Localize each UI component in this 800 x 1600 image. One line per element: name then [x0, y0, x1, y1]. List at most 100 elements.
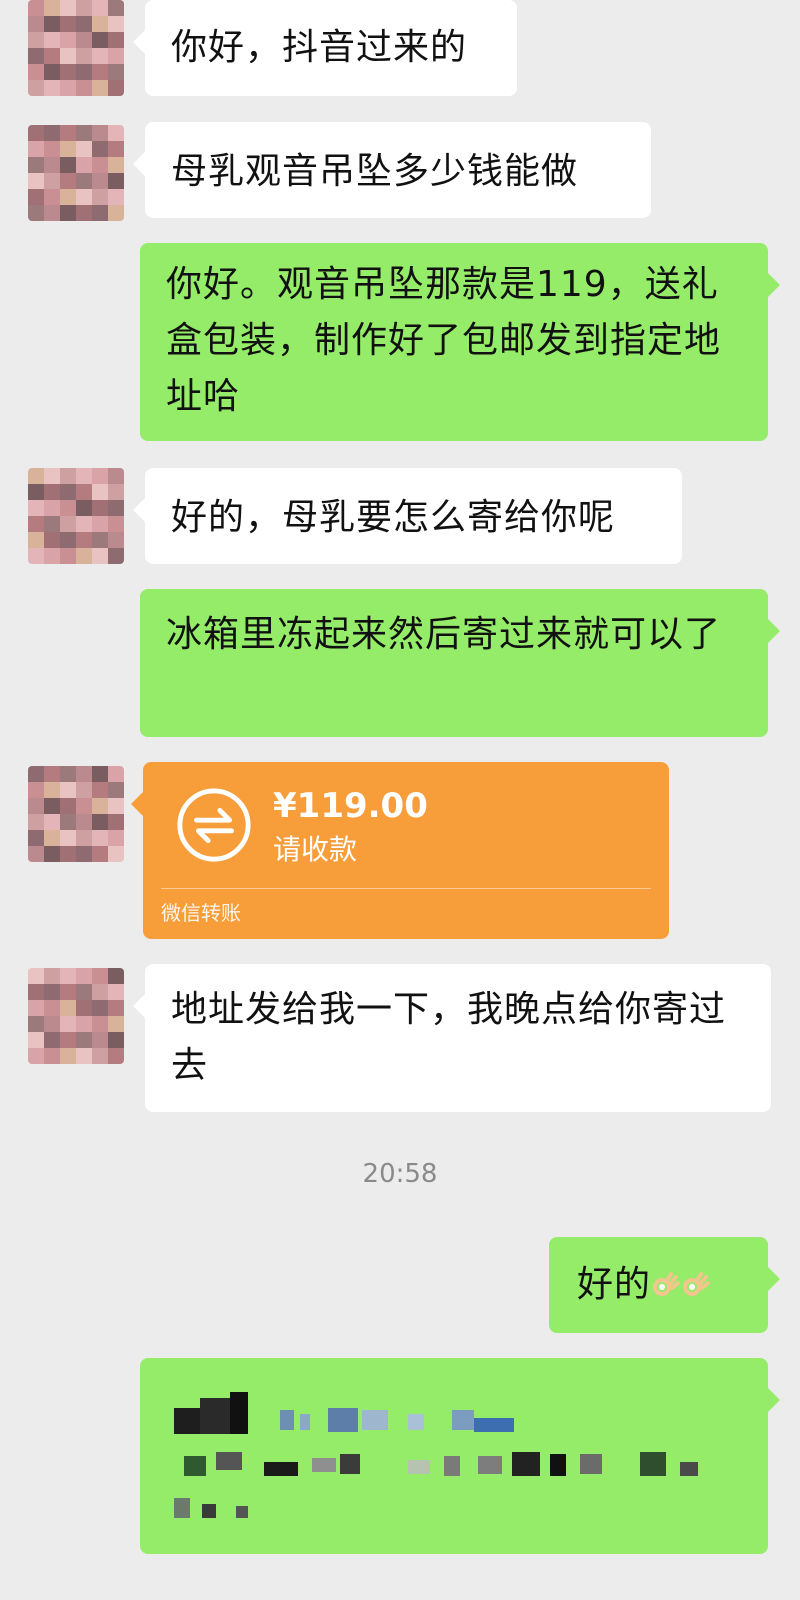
divider — [161, 888, 651, 889]
avatar-pixel — [60, 766, 76, 782]
avatar-pixel — [44, 1048, 60, 1064]
avatar-pixel — [60, 484, 76, 500]
avatar-pixel — [76, 548, 92, 564]
avatar-pixel — [92, 782, 108, 798]
avatar-pixel — [76, 846, 92, 862]
avatar-pixel — [92, 766, 108, 782]
avatar-pixel — [44, 157, 60, 173]
message-bubble-incoming[interactable]: 你好，抖音过来的 — [133, 0, 517, 96]
avatar-pixel — [60, 1000, 76, 1016]
avatar-pixel — [44, 968, 60, 984]
avatar-pixel — [108, 814, 124, 830]
avatar-pixel — [92, 468, 108, 484]
avatar-pixel — [28, 0, 44, 16]
avatar-pixel — [44, 1016, 60, 1032]
avatar-pixel — [28, 16, 44, 32]
avatar-pixel — [108, 1000, 124, 1016]
avatar-pixel — [108, 157, 124, 173]
contact-avatar[interactable] — [28, 468, 124, 564]
avatar-pixel — [76, 798, 92, 814]
avatar-pixel — [60, 782, 76, 798]
avatar-pixel — [44, 516, 60, 532]
contact-avatar[interactable] — [28, 125, 124, 221]
avatar-pixel — [60, 1016, 76, 1032]
avatar-pixel — [76, 1016, 92, 1032]
avatar-pixel — [108, 16, 124, 32]
avatar-pixel — [60, 846, 76, 862]
avatar-pixel — [76, 484, 92, 500]
avatar-pixel — [44, 814, 60, 830]
avatar-pixel — [76, 173, 92, 189]
ok-hand-emoji-icon — [653, 1272, 681, 1296]
avatar-pixel — [108, 516, 124, 532]
avatar-pixel — [108, 141, 124, 157]
avatar-pixel — [92, 968, 108, 984]
avatar-pixel — [60, 1032, 76, 1048]
avatar-pixel — [92, 984, 108, 1000]
avatar-pixel — [60, 968, 76, 984]
avatar-pixel — [76, 468, 92, 484]
message-text: 母乳观音吊坠多少钱能做 — [171, 151, 579, 192]
avatar-pixel — [44, 16, 60, 32]
avatar-pixel — [60, 1048, 76, 1064]
avatar-pixel — [92, 32, 108, 48]
avatar-pixel — [92, 500, 108, 516]
avatar-pixel — [28, 766, 44, 782]
avatar-pixel — [28, 48, 44, 64]
avatar-pixel — [108, 125, 124, 141]
avatar-pixel — [108, 205, 124, 221]
avatar-pixel — [108, 500, 124, 516]
avatar-pixel — [76, 500, 92, 516]
avatar-pixel — [92, 548, 108, 564]
avatar-pixel — [108, 80, 124, 96]
avatar-pixel — [108, 32, 124, 48]
wechat-transfer-card[interactable]: ¥119.00 请收款 微信转账 — [131, 762, 669, 939]
contact-avatar[interactable] — [28, 968, 124, 1064]
avatar-pixel — [28, 1000, 44, 1016]
avatar-pixel — [76, 516, 92, 532]
contact-avatar[interactable] — [28, 766, 124, 862]
avatar-pixel — [28, 830, 44, 846]
ok-hand-emoji-icon — [683, 1272, 711, 1296]
avatar-pixel — [28, 141, 44, 157]
message-text: 你好。观音吊坠那款是119，送礼盒包装，制作好了包邮发到指定地址哈 — [166, 264, 722, 417]
avatar-pixel — [92, 1016, 108, 1032]
contact-avatar[interactable] — [28, 0, 124, 96]
avatar-pixel — [44, 125, 60, 141]
avatar-pixel — [60, 16, 76, 32]
avatar-pixel — [28, 1016, 44, 1032]
avatar-pixel — [92, 1000, 108, 1016]
avatar-pixel — [60, 173, 76, 189]
message-bubble-incoming[interactable]: 好的，母乳要怎么寄给你呢 — [133, 468, 682, 564]
avatar-pixel — [44, 48, 60, 64]
avatar-pixel — [60, 516, 76, 532]
avatar-pixel — [60, 125, 76, 141]
message-text: 好的 — [577, 1264, 652, 1305]
message-bubble-incoming[interactable]: 地址发给我一下，我晚点给你寄过去 — [133, 964, 771, 1112]
avatar-pixel — [60, 500, 76, 516]
avatar-pixel — [108, 48, 124, 64]
avatar-pixel — [28, 1032, 44, 1048]
avatar-pixel — [44, 141, 60, 157]
avatar-pixel — [92, 798, 108, 814]
message-bubble-outgoing[interactable]: 好的 — [549, 1237, 780, 1333]
avatar-pixel — [108, 830, 124, 846]
avatar-pixel — [92, 846, 108, 862]
message-bubble-outgoing[interactable]: 冰箱里冻起来然后寄过来就可以了 — [140, 589, 780, 737]
avatar-pixel — [44, 484, 60, 500]
avatar-pixel — [28, 80, 44, 96]
avatar-pixel — [108, 0, 124, 16]
message-bubble-incoming[interactable]: 母乳观音吊坠多少钱能做 — [133, 122, 651, 218]
avatar-pixel — [60, 80, 76, 96]
avatar-pixel — [92, 205, 108, 221]
avatar-pixel — [76, 984, 92, 1000]
avatar-pixel — [60, 814, 76, 830]
message-text: 好的，母乳要怎么寄给你呢 — [171, 497, 616, 538]
avatar-pixel — [76, 64, 92, 80]
redacted-address-bubble[interactable] — [140, 1358, 780, 1554]
avatar-pixel — [76, 782, 92, 798]
avatar-pixel — [108, 1016, 124, 1032]
message-bubble-outgoing[interactable]: 你好。观音吊坠那款是119，送礼盒包装，制作好了包邮发到指定地址哈 — [140, 243, 780, 441]
avatar-pixel — [44, 173, 60, 189]
avatar-pixel — [108, 484, 124, 500]
